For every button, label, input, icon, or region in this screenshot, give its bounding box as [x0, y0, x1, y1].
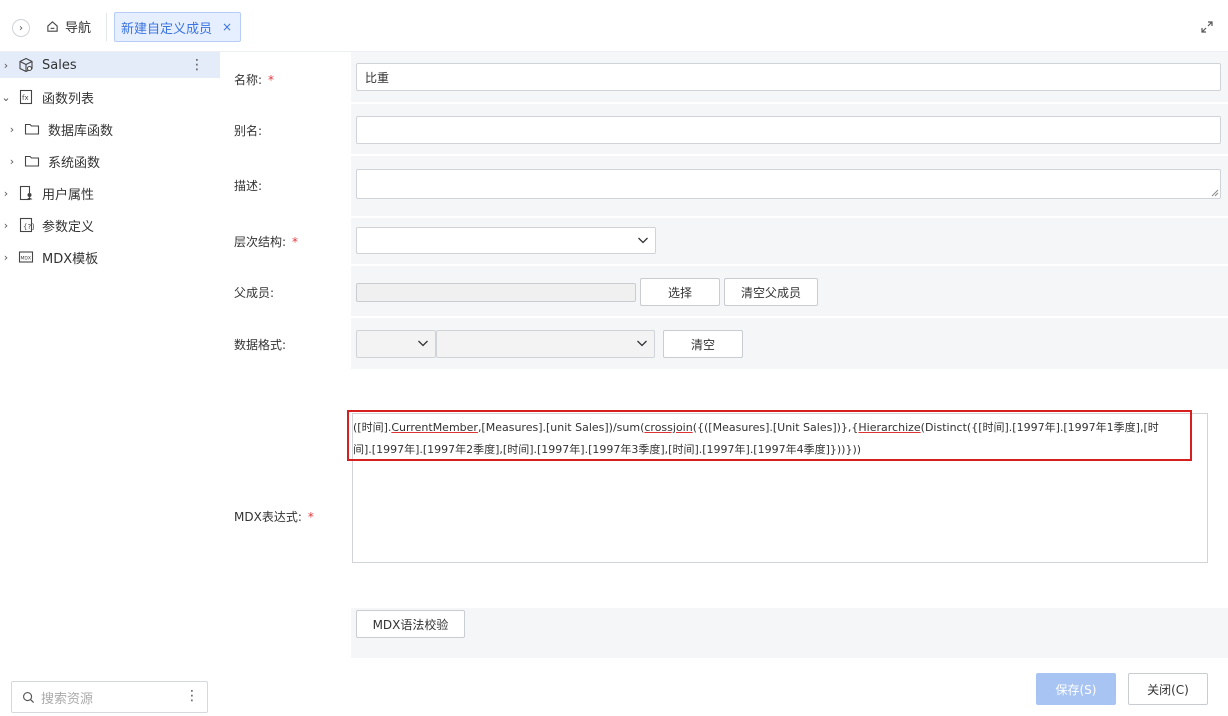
sidebar-item-database-functions[interactable]: › 数据库函数 — [0, 116, 220, 142]
close-button[interactable]: 关闭(C) — [1128, 673, 1208, 705]
sidebar-item-label: Sales — [42, 57, 77, 73]
search-icon — [23, 691, 35, 703]
alias-input[interactable] — [356, 116, 1221, 144]
top-bar: › 导航 新建自定义成员 × — [0, 0, 1228, 52]
hierarchy-label: 层次结构: * — [234, 235, 299, 249]
mdx-validate-button[interactable]: MDX语法校验 — [356, 610, 465, 638]
sidebar-item-label: 数据库函数 — [48, 123, 114, 139]
name-input[interactable]: 比重 — [356, 63, 1221, 91]
chevron-down-icon — [638, 237, 648, 244]
expand-arrow-icon[interactable]: › — [0, 219, 12, 232]
search-placeholder: 搜索资源 — [41, 691, 94, 707]
expand-sidebar-button[interactable]: › — [12, 19, 30, 37]
expand-arrow-icon[interactable]: › — [0, 59, 12, 72]
sidebar-item-label: 函数列表 — [42, 91, 95, 107]
hierarchy-select[interactable] — [356, 227, 656, 254]
sidebar-item-label: 系统函数 — [48, 155, 101, 171]
sidebar-item-parameter-definitions[interactable]: › {?} 参数定义 — [0, 212, 220, 238]
svg-text:MDX: MDX — [21, 256, 31, 262]
clear-format-button[interactable]: 清空 — [663, 330, 743, 358]
mdx-highlight-box — [347, 410, 1192, 461]
expand-arrow-icon[interactable]: › — [6, 123, 18, 136]
expand-arrow-icon[interactable]: › — [6, 155, 18, 168]
home-icon — [47, 21, 58, 32]
sidebar-item-sales[interactable]: › Sales ⋮ — [0, 52, 220, 78]
chevron-down-icon — [418, 340, 428, 347]
function-list-icon: fx — [19, 89, 33, 105]
select-parent-button[interactable]: 选择 — [640, 278, 720, 306]
nav-label: 导航 — [65, 21, 92, 36]
sidebar-item-mdx-templates[interactable]: › MDX MDX模板 — [0, 244, 220, 270]
nav-divider — [106, 13, 107, 41]
tab-new-custom-member[interactable]: 新建自定义成员 × — [114, 12, 242, 42]
mdx-label: MDX表达式: * — [234, 510, 314, 524]
svg-text:{?}: {?} — [23, 223, 34, 231]
format-pattern-select[interactable] — [436, 330, 655, 358]
sidebar: › Sales ⋮ ⌄ fx 函数列表 › 数据库函数 › 系统函数 › 用户属… — [0, 52, 220, 716]
parent-label: 父成员: — [234, 286, 275, 300]
resize-grip-icon[interactable] — [1211, 189, 1219, 197]
cube-icon — [19, 57, 33, 73]
collapse-arrow-icon[interactable]: ⌄ — [0, 91, 12, 104]
sidebar-item-label: MDX模板 — [42, 251, 99, 267]
parameter-icon: {?} — [19, 217, 34, 233]
resource-search-input[interactable]: 搜索资源 ⋮ — [11, 681, 208, 713]
name-label: 名称: * — [234, 73, 275, 87]
chevron-right-icon: › — [19, 22, 23, 34]
folder-icon — [24, 123, 40, 135]
description-label: 描述: — [234, 179, 263, 193]
tab-label: 新建自定义成员 — [121, 21, 213, 37]
clear-parent-button[interactable]: 清空父成员 — [724, 278, 818, 306]
chevron-down-icon — [637, 340, 647, 347]
format-type-select[interactable] — [356, 330, 436, 358]
sidebar-item-label: 用户属性 — [42, 187, 95, 203]
save-button[interactable]: 保存(S) — [1036, 673, 1116, 705]
validate-row-bg — [351, 608, 1228, 658]
fullscreen-icon[interactable] — [1200, 20, 1214, 34]
data-format-label: 数据格式: — [234, 338, 287, 352]
search-more-icon[interactable]: ⋮ — [185, 688, 199, 704]
folder-icon — [24, 155, 40, 167]
expand-arrow-icon[interactable]: › — [0, 251, 12, 264]
mdx-template-icon: MDX — [18, 251, 34, 263]
svg-text:fx: fx — [22, 94, 29, 102]
description-textarea[interactable] — [356, 169, 1221, 199]
nav-home-link[interactable]: 导航 — [46, 17, 91, 36]
more-icon[interactable]: ⋮ — [190, 57, 204, 73]
sidebar-item-user-properties[interactable]: › 用户属性 — [0, 180, 220, 206]
parent-member-input — [356, 283, 636, 302]
user-property-icon — [19, 185, 33, 201]
tab-close-icon[interactable]: × — [222, 20, 232, 34]
expand-arrow-icon[interactable]: › — [0, 187, 12, 200]
sidebar-item-function-list[interactable]: ⌄ fx 函数列表 — [0, 84, 220, 110]
sidebar-item-system-functions[interactable]: › 系统函数 — [0, 148, 220, 174]
name-value: 比重 — [365, 70, 390, 85]
sidebar-item-label: 参数定义 — [42, 219, 95, 235]
alias-label: 别名: — [234, 124, 263, 138]
